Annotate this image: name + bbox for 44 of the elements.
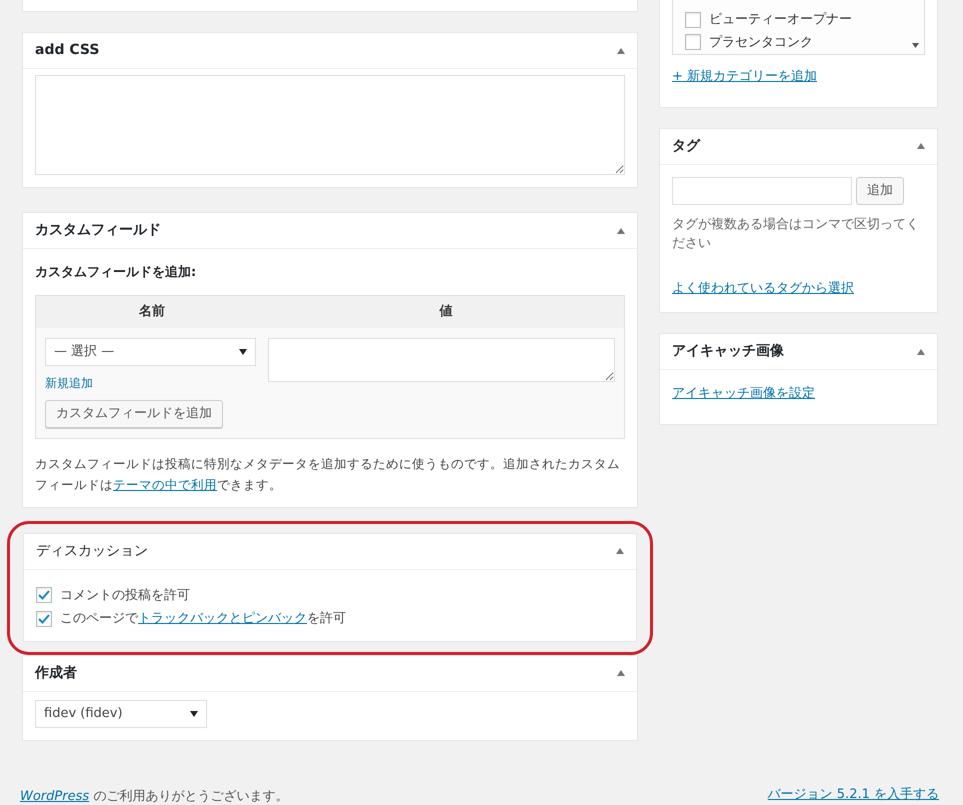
set-featured-image-link[interactable]: アイキャッチ画像を設定 <box>672 386 815 401</box>
panel-title: タグ <box>672 136 700 156</box>
option-label: このページで トラックバックとピンバック を許可 <box>60 610 346 628</box>
name-select[interactable]: — 選択 — <box>45 338 256 366</box>
collapse-arrow-icon[interactable] <box>617 670 625 676</box>
category-label: ビューティーオープナー <box>709 11 852 29</box>
checkbox[interactable] <box>685 12 701 28</box>
add-tag-button[interactable]: 追加 <box>856 176 904 204</box>
author-select[interactable]: fidev (fidev) <box>35 700 207 728</box>
tag-input[interactable] <box>672 176 852 204</box>
checkbox[interactable] <box>36 587 52 604</box>
panel-title: ディスカッション <box>36 542 148 560</box>
panel-title: アイキャッチ画像 <box>672 342 784 361</box>
collapse-arrow-icon[interactable] <box>917 143 925 149</box>
theme-usage-link[interactable]: テーマの中で利用 <box>113 476 217 492</box>
option-label: コメントの投稿を許可 <box>60 586 190 604</box>
panel-subtitle: カスタムフィールドを追加: <box>35 264 198 282</box>
column-header: 値 <box>438 302 454 321</box>
add-custom-field-button[interactable]: カスタムフィールドを追加 <box>45 400 223 428</box>
new-field-link[interactable]: 新規追加 <box>45 374 93 392</box>
tag-hint: タグが複数ある場合はコンマで区切ってください <box>672 216 920 252</box>
panel-title: カスタムフィールド <box>35 221 161 240</box>
dropdown-caret-icon[interactable] <box>190 710 198 716</box>
collapse-arrow-icon[interactable] <box>617 48 625 54</box>
custom-field-note: カスタムフィールドは投稿に特別なメタデータを追加するために使うものです。追加されたカスタムフィールドはテーマの中で利用できます。 <box>35 454 621 494</box>
checkmark-icon <box>38 614 50 624</box>
wordpress-link[interactable]: WordPress <box>20 789 90 804</box>
checkbox[interactable] <box>36 610 52 627</box>
add-category-link[interactable]: + 新規カテゴリーを追加 <box>672 67 818 86</box>
category-label: プラセンタコンク <box>709 34 813 52</box>
collapse-arrow-icon[interactable] <box>917 348 925 354</box>
dropdown-caret-icon[interactable] <box>239 348 247 354</box>
trackback-link[interactable]: トラックバックとピンバック <box>138 611 307 626</box>
collapse-arrow-icon[interactable] <box>617 228 625 234</box>
column-header: 名前 <box>138 302 166 321</box>
checkbox[interactable] <box>685 34 701 50</box>
checkmark-icon <box>38 590 50 600</box>
popular-tags-link[interactable]: よく使われているタグから選択 <box>672 278 854 298</box>
panel-title: 作成者 <box>35 664 77 682</box>
footer-thanks: WordPress のご利用ありがとうございます。 <box>20 788 288 805</box>
version-link[interactable]: バージョン 5.2.1 を入手する <box>768 785 939 804</box>
panel-title: add CSS <box>35 41 100 60</box>
collapse-arrow-icon[interactable] <box>616 548 624 554</box>
scroll-down-icon[interactable] <box>912 43 919 48</box>
